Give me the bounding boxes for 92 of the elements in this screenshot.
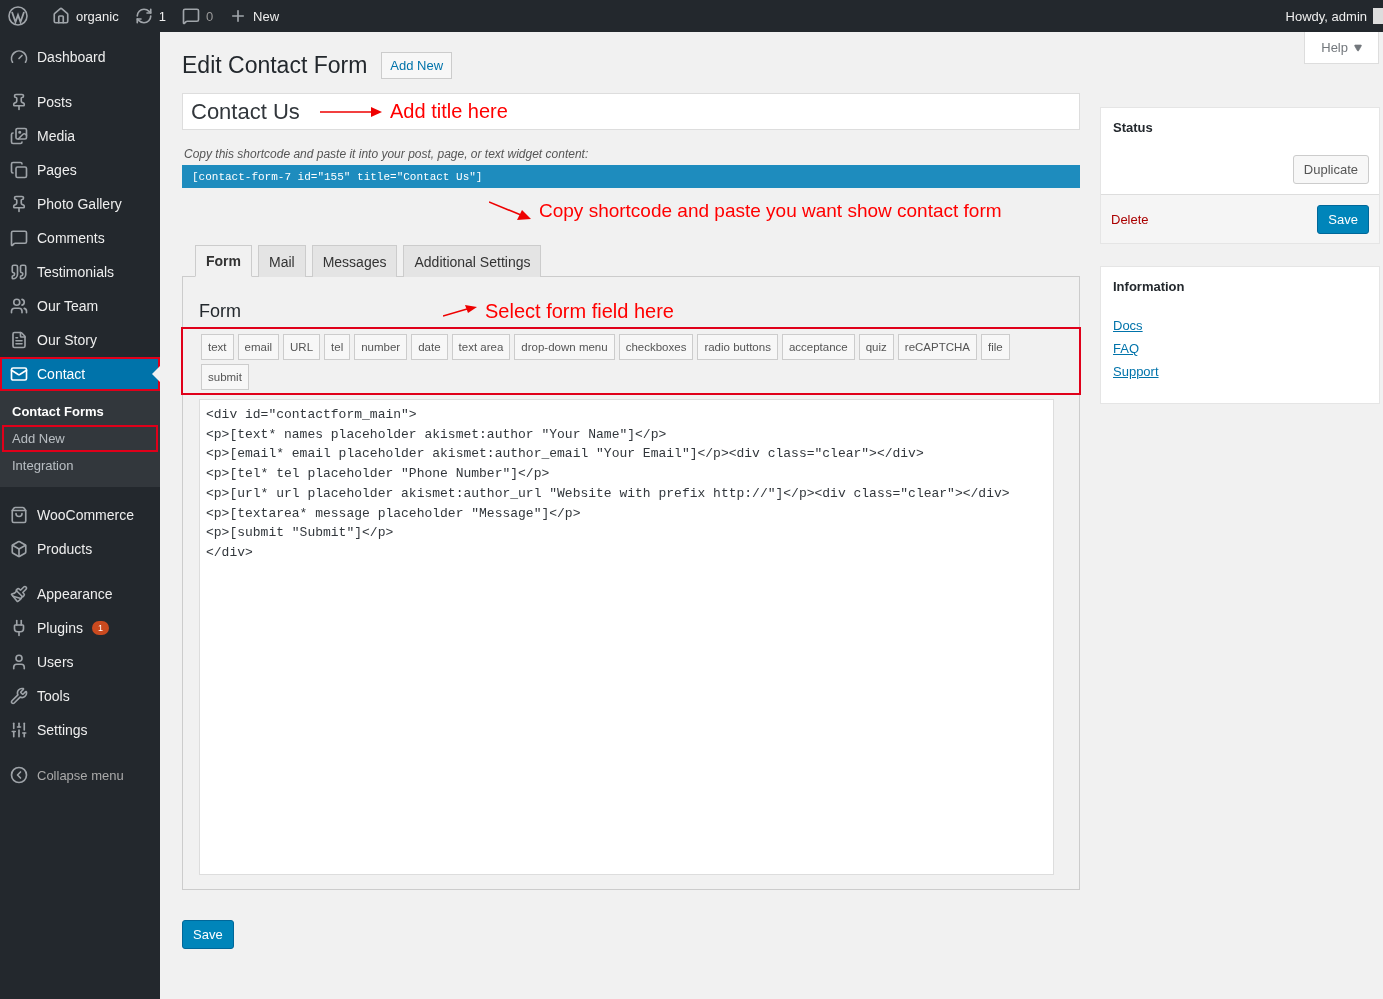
annotation-text: Copy shortcode and paste you want show contact form	[539, 200, 1002, 222]
menu-item[interactable]: Products	[0, 532, 160, 566]
tag-button[interactable]: URL	[283, 334, 321, 360]
tag-button[interactable]: radio buttons	[697, 334, 778, 360]
tag-button[interactable]: acceptance	[781, 334, 855, 360]
shortcode-field[interactable]: [contact-form-7 id="155" title="Contact Us"]	[182, 165, 1080, 188]
save-button[interactable]: Save	[1317, 205, 1369, 234]
panel-title: Information	[1112, 278, 1186, 294]
gauge-icon	[10, 48, 28, 66]
tab[interactable]: Messages	[311, 245, 398, 277]
caret-icon	[1354, 43, 1362, 52]
tab[interactable]: Additional Settings	[403, 245, 542, 277]
box-icon	[10, 540, 28, 558]
tag-button[interactable]: reCAPTCHA	[897, 334, 977, 360]
menu-item[interactable]: Comments	[0, 221, 160, 255]
section-heading: Form	[199, 300, 241, 322]
info-link[interactable]: Support	[1113, 364, 1367, 379]
new-link[interactable]: New	[229, 7, 280, 25]
menu-item[interactable]: Settings	[0, 713, 160, 747]
menu-item[interactable]: Plugins 1	[0, 611, 160, 645]
submenu-item[interactable]: Contact Forms	[2, 398, 158, 425]
collapse-menu-button[interactable]: Collapse menu	[0, 758, 160, 792]
menu-item[interactable]: Tools	[0, 679, 160, 713]
menu-item[interactable]: Our Team	[0, 289, 160, 323]
refresh-icon	[134, 7, 153, 25]
annotation-arrow	[320, 104, 382, 119]
comments-link[interactable]: 0	[181, 7, 214, 25]
wrench-icon	[10, 687, 28, 705]
form-code-editor[interactable]: <div id="contactform_main"> <p>[text* names placeholder akismet:author "Your Name"]</p> <p>[email* email placeholder akismet:author_email "Your Email"]</p><div class="clear"></div> <p>[tel* tel placeholder "Phone Number"]</p> <p>[url* url placeholder akismet:author_url "Website with prefix http://"]</p><div class="clear"></div> <p>[textarea* message placeholder "Message"]</p> <p>[submit "Submit"]</p> </div>	[199, 399, 1054, 875]
info-link[interactable]: Docs	[1113, 318, 1367, 333]
page-title: Edit Contact Form	[182, 52, 368, 79]
tag-button[interactable]: text	[201, 334, 234, 360]
panel-title: Status	[1112, 119, 1154, 135]
collapse-icon	[10, 766, 28, 784]
delete-link[interactable]: Delete	[1111, 212, 1149, 227]
people-icon	[10, 297, 28, 315]
add-new-button[interactable]: Add New	[381, 52, 453, 79]
tag-button[interactable]: text area	[451, 334, 511, 360]
submenu-item[interactable]: Add New	[2, 425, 158, 452]
speech-bubble-icon	[181, 7, 200, 25]
menu-item[interactable]: Photo Gallery	[0, 187, 160, 221]
quote-icon	[10, 263, 28, 281]
images-icon	[10, 127, 28, 145]
pin-icon	[10, 93, 28, 111]
avatar-icon	[1373, 8, 1383, 24]
document-icon	[10, 331, 28, 349]
info-link[interactable]: FAQ	[1113, 341, 1367, 356]
site-link[interactable]: organic	[52, 7, 119, 25]
tag-button[interactable]: quiz	[858, 334, 894, 360]
save-button[interactable]: Save	[182, 920, 234, 949]
person-icon	[10, 653, 28, 671]
menu-item[interactable]: Contact	[0, 357, 160, 391]
menu-item[interactable]: Media	[0, 119, 160, 153]
menu-item[interactable]: Our Story	[0, 323, 160, 357]
updates-link[interactable]: 1	[134, 7, 166, 25]
tag-button[interactable]: number	[354, 334, 408, 360]
tab[interactable]: Form	[195, 245, 252, 277]
tag-button[interactable]: date	[411, 334, 448, 360]
tag-button[interactable]: file	[981, 334, 1010, 360]
shopping-bag-icon	[10, 506, 28, 524]
menu-item[interactable]: Testimonials	[0, 255, 160, 289]
annotation-arrow	[443, 304, 477, 318]
pages-icon	[10, 161, 28, 179]
submenu-item[interactable]: Integration	[2, 452, 158, 479]
menu-item[interactable]: Users	[0, 645, 160, 679]
pin-icon	[10, 195, 28, 213]
menu-item[interactable]: Dashboard	[0, 40, 160, 74]
duplicate-button[interactable]: Duplicate	[1292, 155, 1369, 184]
envelope-icon	[10, 365, 28, 383]
tag-button[interactable]: checkboxes	[618, 334, 694, 360]
speech-bubble-icon	[10, 229, 28, 247]
annotation-arrow	[489, 201, 531, 221]
sliders-icon	[10, 721, 28, 739]
logo-icon	[8, 6, 28, 26]
menu-item[interactable]: Appearance	[0, 577, 160, 611]
account-link[interactable]: Howdy, admin	[1285, 8, 1383, 24]
menu-item[interactable]: Posts	[0, 85, 160, 119]
annotation-text: Add title here	[390, 100, 508, 123]
menu-item[interactable]: Pages	[0, 153, 160, 187]
paintbrush-icon	[10, 585, 28, 603]
tag-button[interactable]: drop-down menu	[514, 334, 615, 360]
tab[interactable]: Mail	[258, 245, 306, 277]
help-tab[interactable]: Help	[1304, 32, 1379, 64]
menu-item[interactable]: WooCommerce	[0, 498, 160, 532]
home-icon	[52, 7, 70, 25]
tag-button[interactable]: email	[237, 334, 280, 360]
tag-button[interactable]: submit	[201, 364, 249, 390]
tag-button[interactable]: tel	[324, 334, 351, 360]
annotation-text: Select form field here	[485, 299, 674, 323]
count-badge: 1	[91, 621, 109, 635]
shortcode-hint: Copy this shortcode and paste it into your post, page, or text widget content:	[184, 147, 590, 161]
logo-link[interactable]	[8, 6, 28, 26]
